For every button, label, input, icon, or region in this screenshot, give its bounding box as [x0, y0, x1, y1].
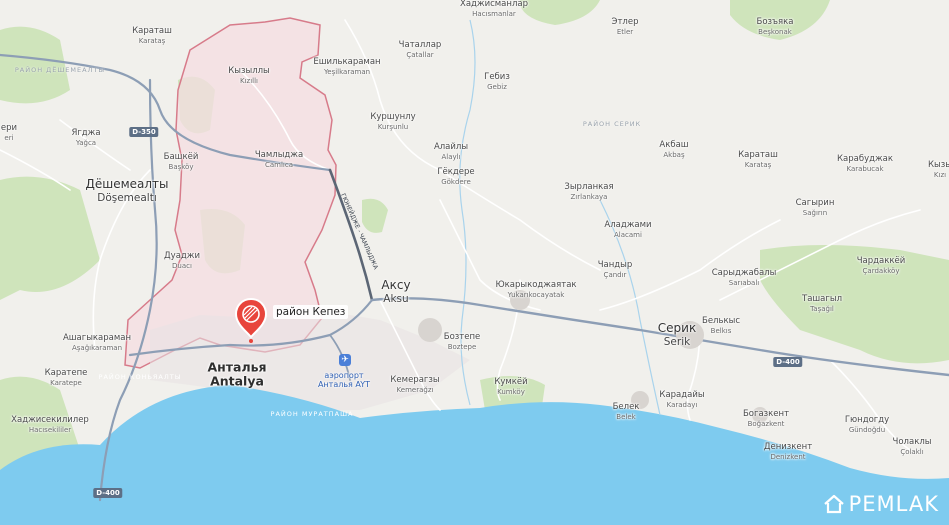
- place-hadjisekililer: Хаджисекилилер Hacısekililer: [11, 415, 89, 434]
- district-label-konyaalty: РАЙОН КОНЬЯАЛТЫ: [98, 373, 182, 381]
- place-boztepe: Бозтепе Boztepe: [443, 332, 481, 351]
- place-kyzylly: Кызыллы Kızıllı: [228, 66, 270, 85]
- road-shield-d350: D-350: [129, 127, 159, 137]
- road-shield-d400-west: D-400: [93, 488, 123, 498]
- place-karadayy: Карадайы Karadayı: [659, 390, 705, 409]
- district-label-doshemealty: РАЙОН ДЁШЕМЕАЛТЫ: [14, 66, 106, 74]
- place-zyrlankaya: Зырланкая Zırlankaya: [564, 182, 614, 201]
- place-akbash: Акбаш Akbaş: [659, 140, 689, 159]
- place-gundogdu: Гюндогду Gündoğdu: [844, 415, 890, 434]
- house-logo-icon: [823, 494, 844, 514]
- place-yukarykodjayatak: Юкарыкоджаятак Yukarıkocayatak: [495, 280, 577, 299]
- place-chandyr: Чандыр Çandır: [597, 260, 633, 279]
- place-antalya: Анталья Antalya: [207, 359, 267, 389]
- place-aladjami: Аладжами Alacami: [604, 220, 652, 239]
- road-shield-d400-east: D-400: [773, 357, 803, 367]
- place-kyzyl-e: Кызы Kızı: [928, 160, 949, 179]
- place-duadji: Дуаджи Duacı: [164, 251, 200, 270]
- place-alayly: Алайлы Alaylı: [433, 142, 469, 161]
- place-kemeragzy: Кемерагзы Kemerağzı: [390, 375, 440, 394]
- place-serik: Серик Serik: [657, 321, 697, 348]
- district-pin-label[interactable]: район Кепез: [273, 305, 349, 319]
- brand-watermark: PEMLAK: [823, 492, 939, 516]
- place-ashagykaraman: Ашагыкараман Aşağıkaraman: [62, 333, 132, 352]
- district-label-serik: РАЙОН СЕРИК: [582, 120, 642, 128]
- district-label-muratpasha: РАЙОН МУРАТПАША: [270, 410, 354, 418]
- place-karatas-nw: Караташ Karataş: [132, 26, 172, 45]
- place-yerli: ери eri: [0, 123, 18, 142]
- place-belek: Белек Belek: [612, 402, 640, 421]
- place-gebiz: Гебиз Gebiz: [484, 72, 510, 91]
- place-belkys: Белькыс Belkıs: [701, 316, 741, 335]
- place-gekdere: Гёкдере Gökdere: [437, 167, 475, 186]
- airplane-icon: ✈: [339, 354, 351, 366]
- place-etler: Этлер Etler: [611, 17, 639, 36]
- place-kurshunlu: Куршунлу Kurşunlu: [370, 112, 416, 131]
- place-bozyaka: Бозъяка Beşkonak: [756, 17, 794, 36]
- place-aksu: Аксу Aksu: [381, 278, 411, 305]
- place-karatepe: Каратепе Karatepe: [44, 368, 88, 387]
- place-airport: аэропорт Анталья AYT: [317, 370, 371, 389]
- brand-name: PEMLAK: [848, 492, 939, 516]
- place-kumkoy: Кумкёй Kumköy: [494, 377, 528, 396]
- location-pin-icon[interactable]: [234, 297, 268, 343]
- place-chamlydja: Чамлыджа Camlıca: [254, 150, 304, 169]
- place-chardakkoy: Чардаккёй Çardakköy: [856, 256, 906, 275]
- place-sagyrin: Сагырин Sağırın: [795, 198, 835, 217]
- place-sarydjabaly: Сарыджабалы Sarıabalı: [711, 268, 777, 287]
- place-karatas-e: Караташ Karataş: [738, 150, 778, 169]
- place-hadjisman: Хаджисманлар Hacısmanlar: [460, 0, 528, 18]
- map-view[interactable]: РАЙОН ДЁШЕМЕАЛТЫ РАЙОН СЕРИК РАЙОН КОНЬЯ…: [0, 0, 949, 525]
- place-chatallar: Чаталлар Çatallar: [398, 40, 442, 59]
- place-karabudjak: Карабуджак Karabucak: [837, 154, 893, 173]
- place-tashagyl: Ташагыл Taşağıl: [802, 294, 842, 313]
- place-denizkent: Денизкент Denizkent: [763, 442, 813, 461]
- place-doshemealty: Дёшемеалты Döşemealtı: [85, 177, 169, 204]
- place-yagja: Ягджа Yağca: [71, 128, 101, 147]
- place-bogazkent: Богазкент Boğazkent: [742, 409, 790, 428]
- place-eshilkaraman: Ешилькараман Yeşilkaraman: [313, 57, 381, 76]
- place-cholakly: Чолаклы Çolaklı: [892, 437, 932, 456]
- place-bashkoy: Башкёй Başköy: [163, 152, 199, 171]
